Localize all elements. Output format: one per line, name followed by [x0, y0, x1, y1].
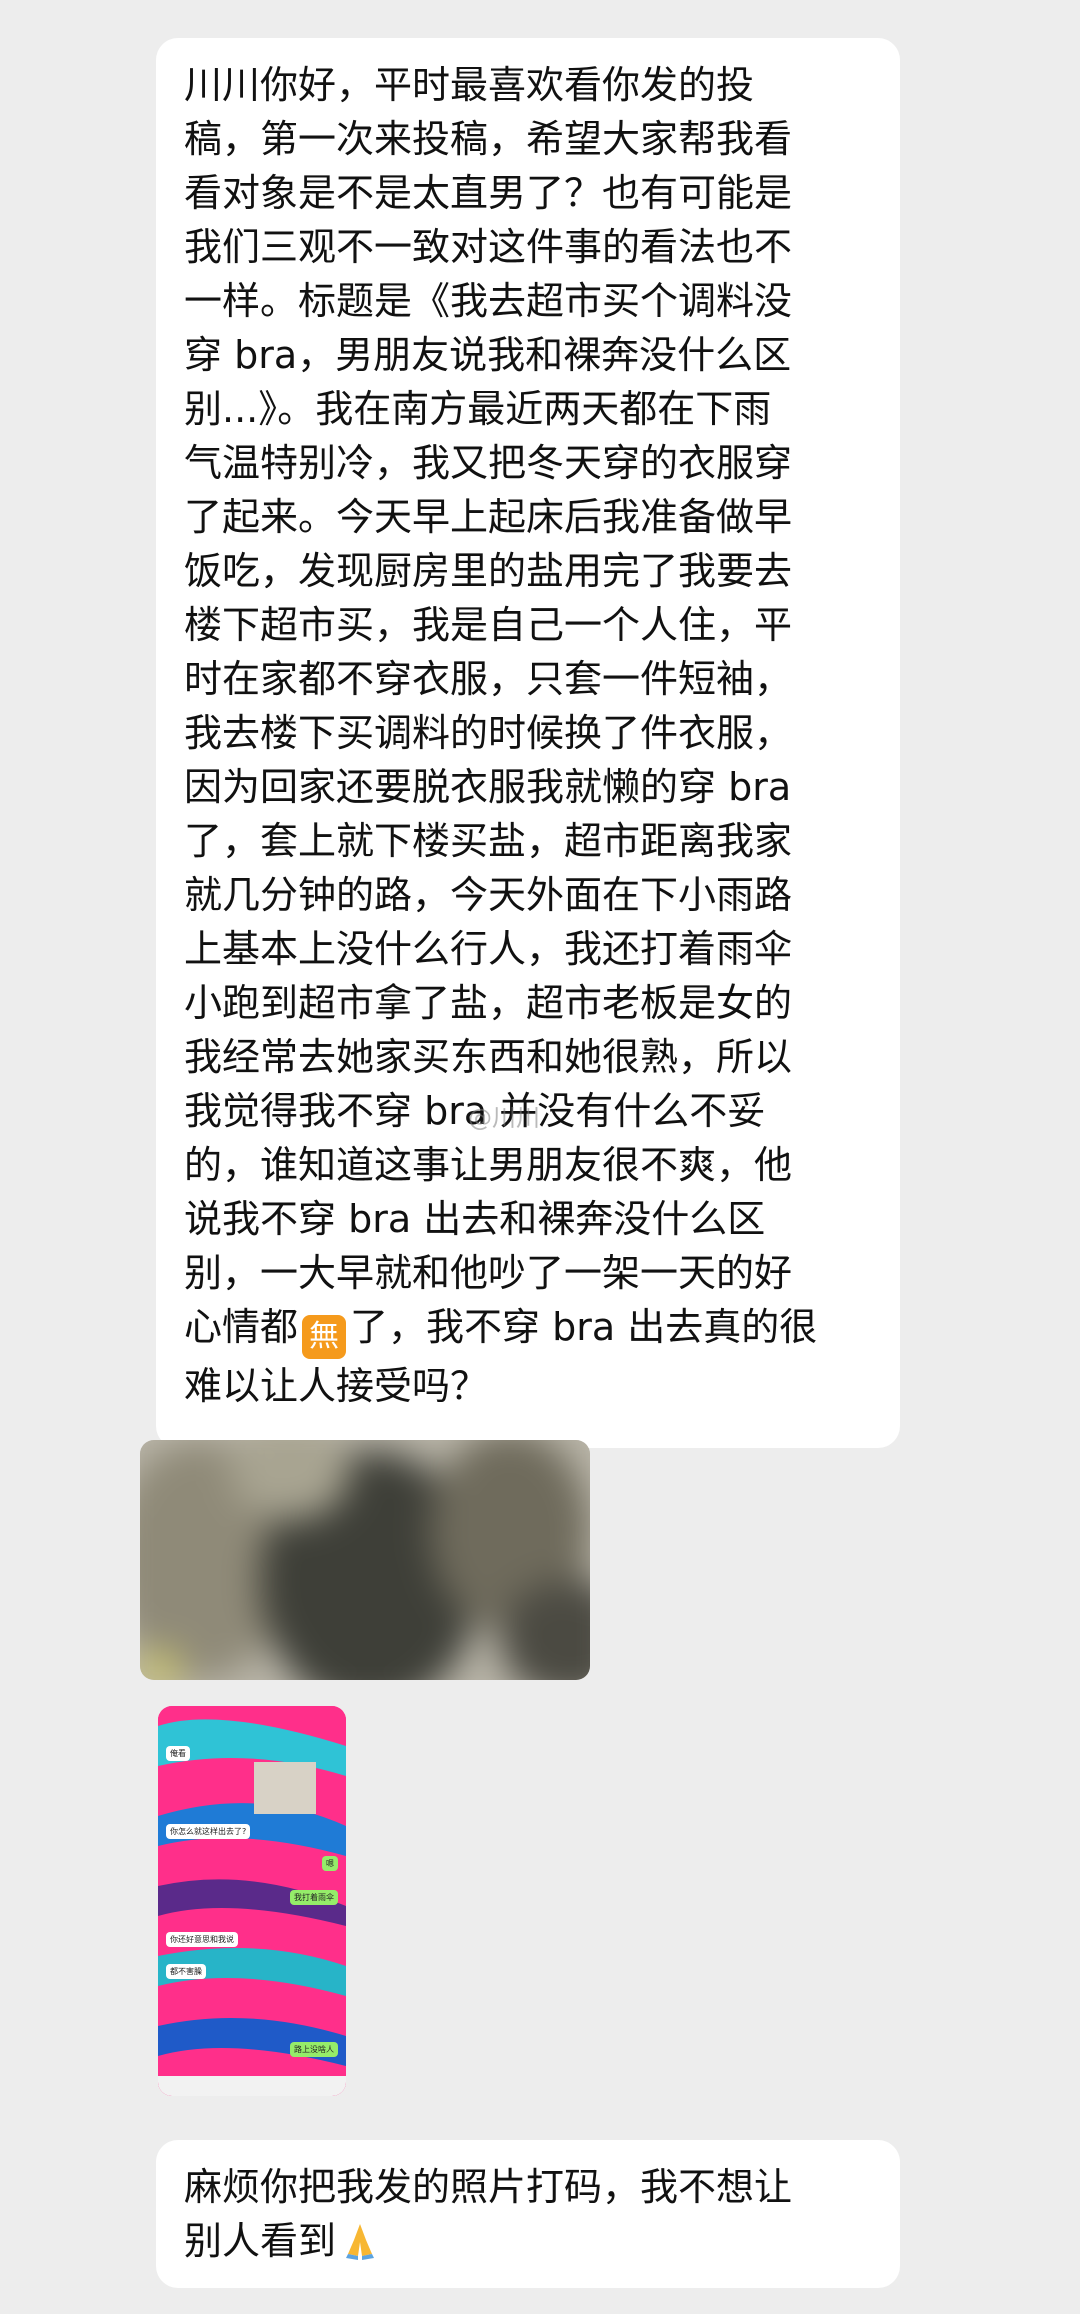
message-text: 川川你好，平时最喜欢看你发的投 稿，第一次来投稿，希望大家帮我看 看对象是不是太…	[184, 63, 793, 1349]
thumbnail-message: 嗯	[322, 1856, 338, 1871]
thumbnail-message: 你还好意思和我说	[166, 1932, 238, 1947]
thumbnail-message: 你怎么就这样出去了?	[166, 1824, 251, 1839]
blurred-image-content	[140, 1440, 590, 1680]
emoji-icon: 無	[302, 1315, 347, 1359]
thumbnail-message: 路上没啥人	[290, 2042, 338, 2057]
blur-shapes	[140, 1440, 590, 1680]
screenshot-thumbnail[interactable]: 俺看 你怎么就这样出去了? 嗯 我打着雨伞 你还好意思和我说 都不害臊 路上没啥…	[158, 1706, 346, 2096]
thumbnail-message: 都不害臊	[166, 1964, 206, 1979]
thumbnail-message: 我打着雨伞	[290, 1890, 338, 1905]
message-bubble[interactable]: 麻烦你把我发的照片打码，我不想让 别人看到	[156, 2140, 900, 2288]
message-bubble[interactable]: 川川你好，平时最喜欢看你发的投 稿，第一次来投稿，希望大家帮我看 看对象是不是太…	[156, 38, 900, 1448]
pray-icon	[338, 2218, 382, 2262]
message-text: 麻烦你把我发的照片打码，我不想让 别人看到	[184, 2165, 793, 2263]
thumbnail-message: 俺看	[166, 1746, 190, 1761]
blurred-photo[interactable]	[140, 1440, 590, 1680]
